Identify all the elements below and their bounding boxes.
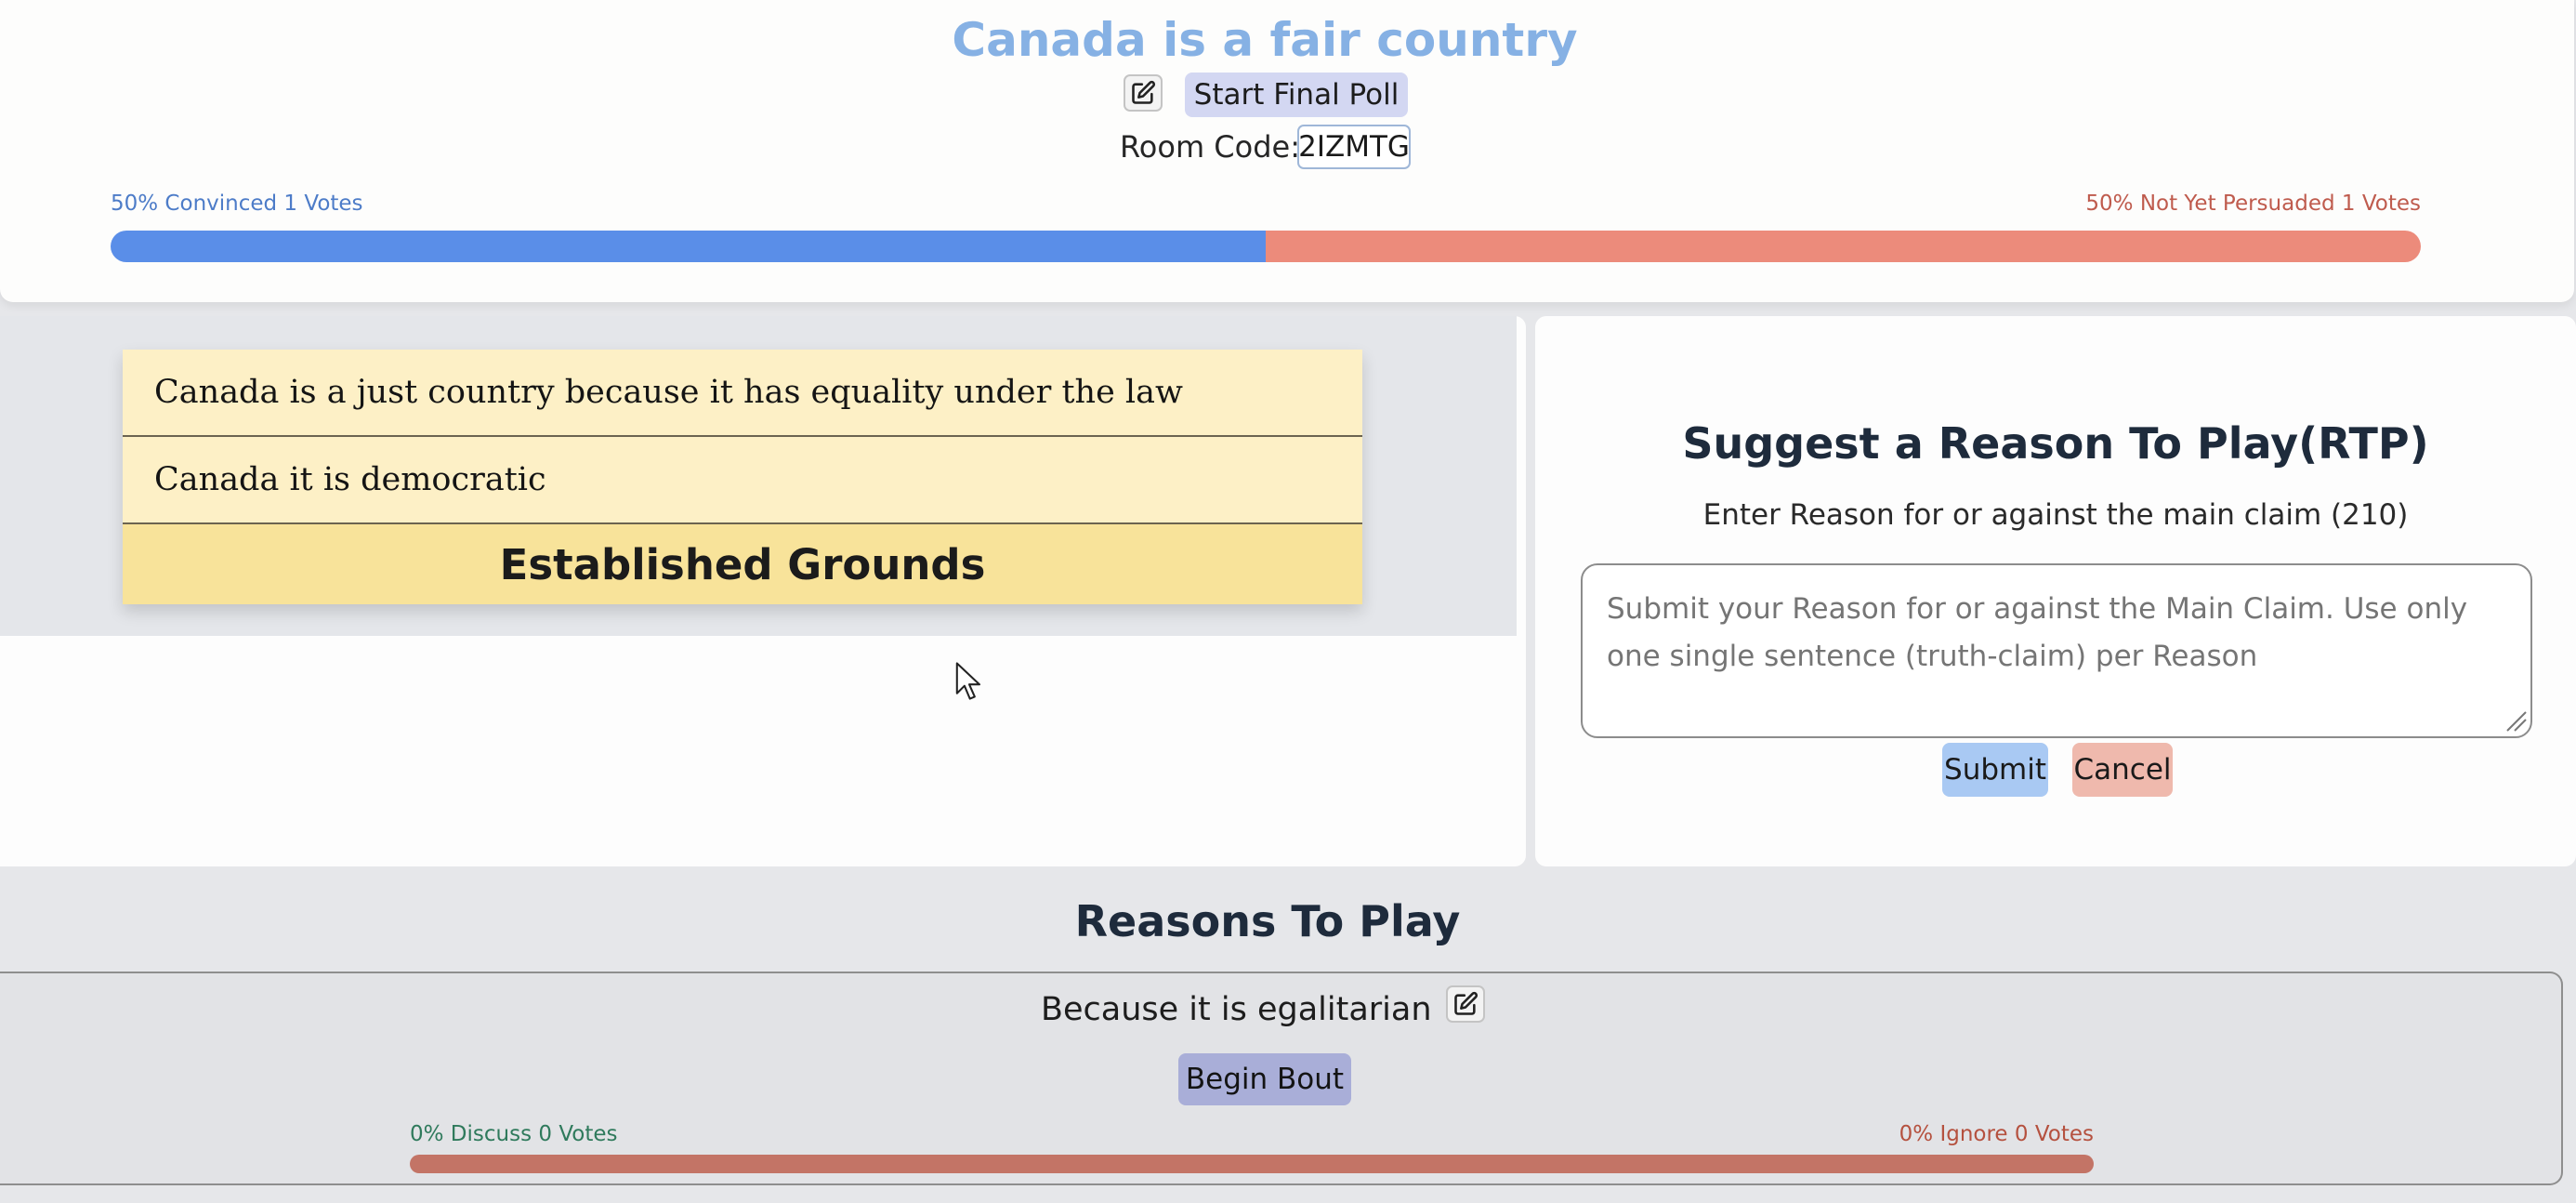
main-claim-title: Canada is a fair country: [952, 13, 1578, 67]
room-code-label: Room Code:: [1120, 129, 1300, 165]
ignore-votes-label: 0% Ignore 0 Votes: [1899, 1122, 2094, 1146]
begin-bout-button[interactable]: Begin Bout: [1178, 1053, 1351, 1105]
suggest-reason-instructions: Enter Reason for or against the main cla…: [1702, 498, 2409, 532]
convinced-segment: [111, 231, 1266, 262]
room-code-value[interactable]: 2IZMTG: [1297, 125, 1411, 169]
cancel-button[interactable]: Cancel: [2072, 743, 2173, 797]
edit-claim-button[interactable]: [1124, 74, 1163, 112]
ground-item[interactable]: Canada is a just country because it has …: [123, 350, 1362, 437]
discuss-votes-label: 0% Discuss 0 Votes: [410, 1122, 618, 1146]
mouse-cursor-icon: [955, 662, 981, 700]
start-final-poll-button[interactable]: Start Final Poll: [1185, 73, 1408, 117]
reasons-to-play-title: Reasons To Play: [1074, 896, 1461, 946]
poll-result-bar: [111, 231, 2421, 262]
reason-input[interactable]: [1581, 563, 2532, 738]
edit-icon: [1132, 80, 1156, 104]
established-grounds-card: Canada is a just country because it has …: [123, 350, 1362, 604]
edit-reason-button[interactable]: [1446, 985, 1485, 1023]
suggest-reason-title: Suggest a Reason To Play(RTP): [1682, 418, 2429, 469]
established-grounds-title: Established Grounds: [123, 524, 1362, 604]
edit-icon: [1454, 991, 1479, 1015]
resize-handle-icon[interactable]: [2502, 707, 2528, 733]
ground-item[interactable]: Canada it is democratic: [123, 437, 1362, 524]
not-persuaded-votes-label: 50% Not Yet Persuaded 1 Votes: [2085, 192, 2421, 216]
submit-button[interactable]: Submit: [1942, 743, 2048, 797]
not-persuaded-segment: [1266, 231, 2421, 262]
reason-text: Because it is egalitarian: [1041, 991, 1432, 1028]
convinced-votes-label: 50% Convinced 1 Votes: [111, 192, 363, 216]
reason-vote-bar: [410, 1155, 2094, 1173]
